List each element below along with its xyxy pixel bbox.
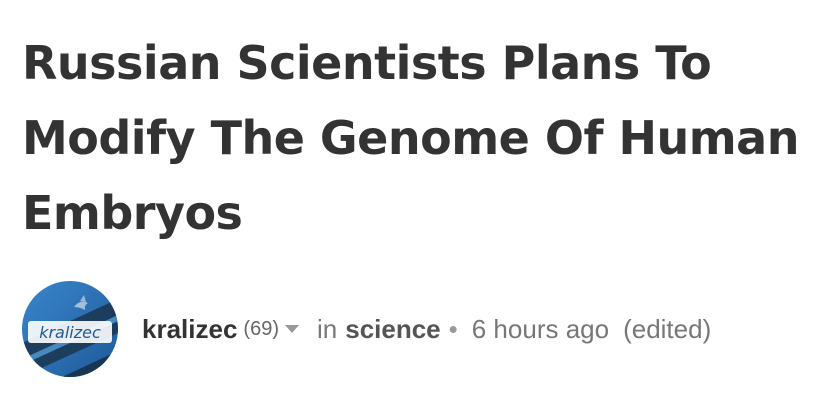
avatar[interactable]: kralizec: [22, 281, 118, 377]
post-meta: kralizec kralizec (69) in science • 6 ho…: [22, 281, 711, 377]
separator-dot: •: [448, 313, 458, 344]
post-title[interactable]: Russian Scientists Plans To Modify The G…: [22, 26, 812, 251]
post-timestamp[interactable]: 6 hours ago: [472, 314, 609, 345]
edited-label: (edited): [623, 313, 712, 344]
caret-down-icon[interactable]: [284, 325, 299, 333]
in-label: in: [316, 313, 338, 344]
author-name-link[interactable]: kralizec: [142, 314, 237, 345]
category-link[interactable]: science: [345, 314, 440, 345]
avatar-image: kralizec: [22, 281, 118, 377]
author-block: kralizec (69) in science • 6 hours ago (…: [142, 314, 711, 345]
avatar-logo-text: kralizec: [39, 323, 101, 342]
author-reputation: (69): [243, 317, 279, 340]
